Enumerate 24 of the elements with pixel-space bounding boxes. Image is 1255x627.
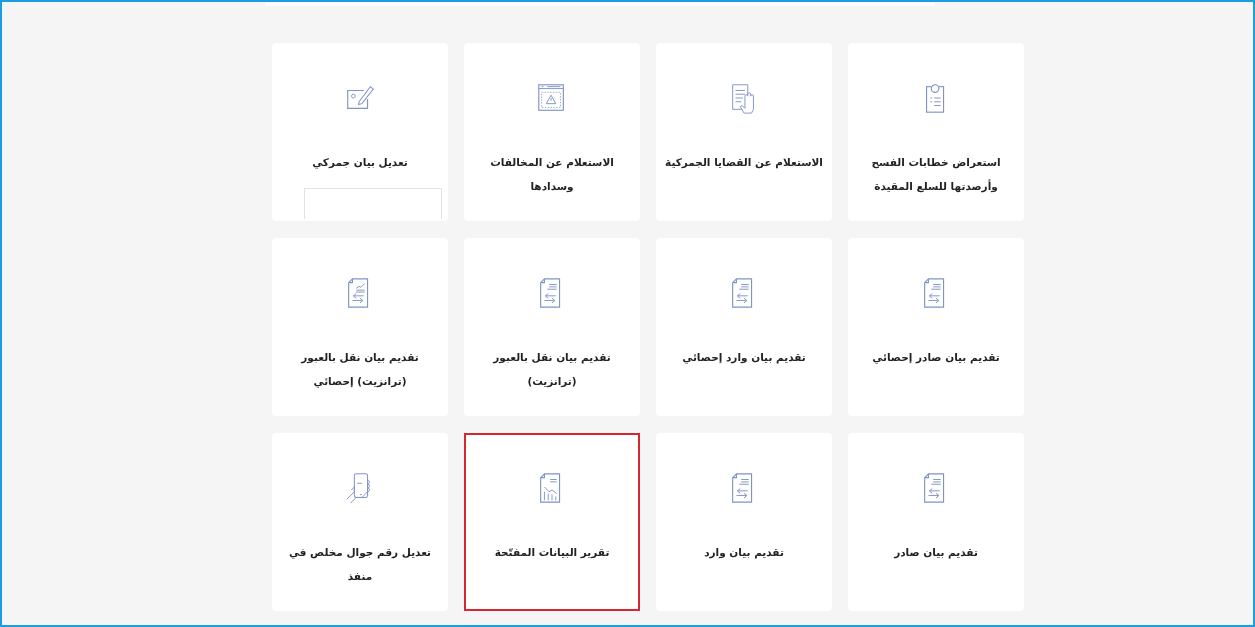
service-label: الاستعلام عن المخالفات وسدادها	[489, 155, 615, 195]
service-label: تقديم بيان نقل بالعبور (ترانزيت)	[491, 350, 612, 390]
service-card[interactable]: الاستعلام عن القضايا الجمركية	[656, 43, 832, 221]
service-label: تعديل رقم جوال مخلص في منفذ	[287, 545, 433, 584]
service-card[interactable]: تقديم بيان صادر إحصائي	[848, 238, 1024, 416]
service-label: تقديم بيان وارد	[704, 545, 784, 561]
service-label: الاستعلام عن القضايا الجمركية	[665, 155, 823, 171]
service-label: تقديم بيان صادر إحصائي	[872, 350, 1000, 366]
service-card[interactable]: تعديل بيان جمركي	[272, 43, 448, 221]
service-label: تقديم بيان صادر	[894, 545, 978, 561]
service-card[interactable]: تعديل رقم جوال مخلص في منفذ	[272, 433, 448, 611]
service-card[interactable]: تقديم بيان نقل بالعبور (ترانزيت)	[464, 238, 640, 416]
service-card[interactable]: تقديم بيان نقل بالعبور (ترانزيت) إحصائي	[272, 238, 448, 416]
service-label: استعراض خطابات الفسح وأرصدتها للسلع المقيدة	[870, 155, 1002, 195]
service-label: تقديم بيان نقل بالعبور (ترانزيت) إحصائي	[299, 350, 420, 390]
service-card[interactable]: تقرير البيانات المفتّحة	[464, 433, 640, 611]
service-label: تقرير البيانات المفتّحة	[494, 545, 610, 561]
service-label: تقديم بيان وارد إحصائي	[682, 350, 806, 366]
service-card[interactable]: تقديم بيان وارد إحصائي	[656, 238, 832, 416]
service-card[interactable]: استعراض خطابات الفسح وأرصدتها للسلع المقيدة	[848, 43, 1024, 221]
service-label: تعديل بيان جمركي	[312, 155, 408, 171]
service-card[interactable]: الاستعلام عن المخالفات وسدادها	[464, 43, 640, 221]
service-card[interactable]: تقديم بيان وارد	[656, 433, 832, 611]
service-card[interactable]: تقديم بيان صادر	[848, 433, 1024, 611]
